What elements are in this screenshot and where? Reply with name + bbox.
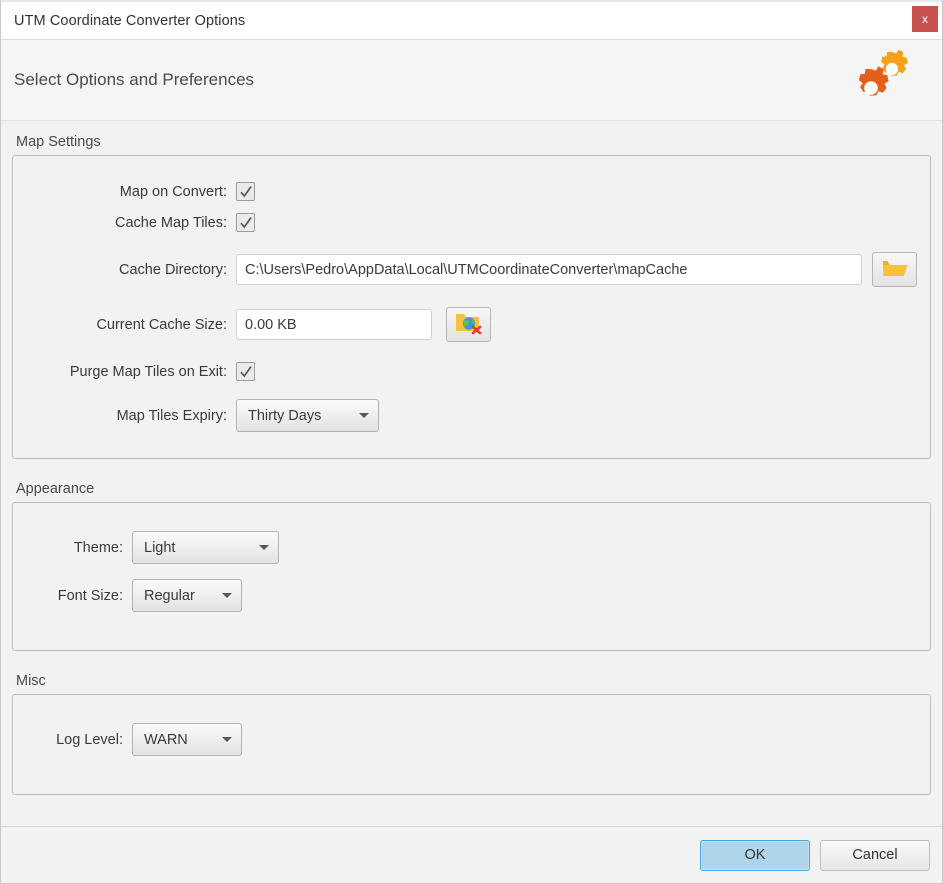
map-tiles-expiry-label: Map Tiles Expiry:: [116, 407, 227, 424]
purge-on-exit-checkbox[interactable]: [236, 362, 255, 381]
map-tiles-expiry-value: Thirty Days: [248, 407, 322, 424]
map-on-convert-label: Map on Convert:: [119, 183, 227, 200]
folder-globe-delete-icon: [455, 311, 483, 339]
font-size-value: Regular: [144, 587, 195, 604]
row-map-on-convert: Map on Convert:: [13, 182, 930, 201]
browse-folder-button[interactable]: [872, 252, 917, 287]
gears-icon: [848, 49, 918, 110]
page-title: Select Options and Preferences: [14, 70, 255, 89]
current-cache-size-value: 0.00 KB: [236, 309, 432, 340]
cache-map-tiles-label: Cache Map Tiles:: [114, 214, 227, 231]
close-icon[interactable]: x: [912, 6, 938, 32]
group-misc-title: Misc: [16, 673, 46, 689]
cache-directory-input[interactable]: C:\Users\Pedro\AppData\Local\UTMCoordina…: [236, 254, 862, 285]
log-level-select[interactable]: WARN: [132, 723, 242, 756]
row-log-level: Log Level: WARN: [13, 723, 930, 756]
row-map-tiles-expiry: Map Tiles Expiry: Thirty Days: [13, 399, 930, 432]
log-level-value: WARN: [144, 731, 188, 748]
chevron-down-icon: [222, 593, 232, 598]
cache-map-tiles-checkbox[interactable]: [236, 213, 255, 232]
chevron-down-icon: [259, 545, 269, 550]
check-icon: [239, 365, 252, 377]
font-size-label: Font Size:: [57, 587, 123, 604]
check-icon: [239, 185, 252, 197]
row-cache-directory: Cache Directory: C:\Users\Pedro\AppData\…: [13, 252, 930, 287]
row-current-cache-size: Current Cache Size: 0.00 KB: [13, 307, 930, 342]
group-appearance: Appearance Theme: Light Font Size: Regul…: [12, 481, 931, 651]
dialog-content: Map Settings Map on Convert: Cache Map T…: [1, 121, 942, 826]
chevron-down-icon: [222, 737, 232, 742]
font-size-select[interactable]: Regular: [132, 579, 242, 612]
theme-value: Light: [144, 539, 176, 556]
log-level-label: Log Level:: [56, 731, 123, 748]
row-theme: Theme: Light: [13, 531, 930, 564]
group-map-settings: Map Settings Map on Convert: Cache Map T…: [12, 134, 931, 459]
options-dialog: UTM Coordinate Converter Options x Selec…: [0, 0, 943, 884]
dialog-header: Select Options and Preferences: [1, 40, 942, 121]
map-on-convert-checkbox[interactable]: [236, 182, 255, 201]
current-cache-size-label: Current Cache Size:: [96, 316, 227, 333]
group-appearance-title: Appearance: [16, 481, 95, 497]
theme-label: Theme:: [73, 539, 123, 556]
folder-icon: [882, 257, 908, 282]
map-tiles-expiry-select[interactable]: Thirty Days: [236, 399, 379, 432]
check-icon: [239, 216, 252, 228]
ok-button[interactable]: OK: [700, 839, 810, 871]
group-map-settings-body: Map on Convert: Cache Map Tiles: Cache D…: [12, 155, 931, 459]
row-cache-map-tiles: Cache Map Tiles:: [13, 213, 930, 232]
cache-directory-label: Cache Directory:: [119, 261, 227, 278]
window-title: UTM Coordinate Converter Options: [14, 12, 246, 29]
theme-select[interactable]: Light: [132, 531, 279, 564]
group-misc-body: Log Level: WARN: [12, 694, 931, 795]
group-appearance-body: Theme: Light Font Size: Regular: [12, 502, 931, 651]
row-purge-on-exit: Purge Map Tiles on Exit:: [13, 362, 930, 381]
group-map-settings-title: Map Settings: [16, 134, 101, 150]
group-misc: Misc Log Level: WARN: [12, 673, 931, 795]
clear-cache-button[interactable]: [446, 307, 491, 342]
chevron-down-icon: [359, 413, 369, 418]
row-font-size: Font Size: Regular: [13, 579, 930, 612]
dialog-footer: OK Cancel: [1, 826, 942, 883]
purge-on-exit-label: Purge Map Tiles on Exit:: [69, 363, 227, 380]
cancel-button[interactable]: Cancel: [820, 839, 930, 871]
title-bar: UTM Coordinate Converter Options x: [1, 2, 942, 40]
